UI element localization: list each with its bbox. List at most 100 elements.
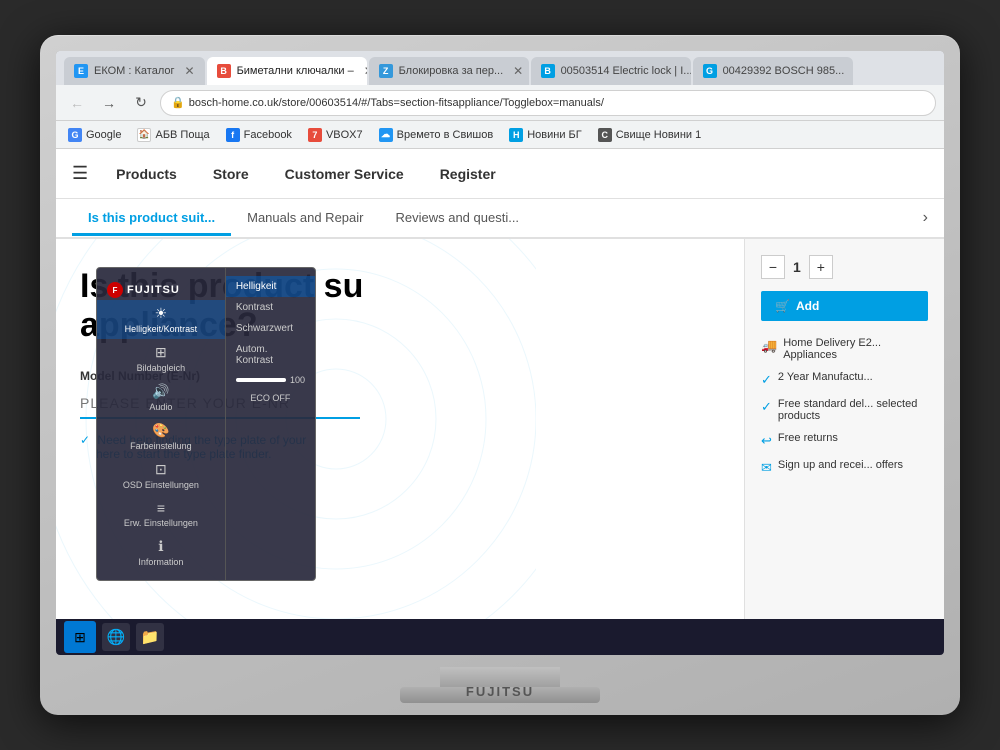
osd-right-helligkeit[interactable]: Helligkeit [226,276,315,297]
sidebar-feature-returns: ↩ Free returns [761,432,928,449]
tab-close-2[interactable]: ✕ [364,64,367,78]
osd-item-label-4: OSD Einstellungen [123,480,199,490]
tab-arrow-right[interactable]: › [923,209,928,227]
browser-tab-2[interactable]: B Биметални ключалки – ✕ [207,57,367,85]
site-tab-nav: Is this product suit... Manuals and Repa… [56,199,944,239]
quantity-decrease-button[interactable]: − [761,255,785,279]
tab-label-5: 00429392 BOSCH 985... [723,65,845,77]
osd-item-helligkeit[interactable]: ☀ Helligkeit/Kontrast [97,300,225,339]
warranty-icon: ✓ [761,372,772,388]
bookmark-svische-favicon: С [598,128,612,142]
bookmarks-bar: G Google 🏠 АБВ Поща f Facebook 7 VBOX7 [56,121,944,149]
quantity-value: 1 [793,259,801,275]
forward-button[interactable]: → [96,90,122,116]
website: ☰ Products Store Customer Service Regist… [56,149,944,619]
browser-tab-3[interactable]: Z Блокировка за пер... ✕ [369,57,529,85]
tab-label-2: Биметални ключалки – [237,65,354,77]
tab-close-3[interactable]: ✕ [513,64,523,78]
osd-item-info[interactable]: ℹ Information [97,533,225,572]
quantity-increase-button[interactable]: + [809,255,833,279]
content-right: − 1 + 🛒 Add 🚚 Home Delivery E2... Applia… [744,239,944,619]
osd-item-label-2: Audio [149,402,172,412]
monitor-brand-label: FUJITSU [466,684,534,699]
check-icon: ✓ [80,433,90,447]
bookmark-weather[interactable]: ☁ Времето в Свишов [375,126,498,144]
osd-slider-value: 100 [290,375,305,385]
browser-chrome: E ЕКОМ : Каталог ✕ B Биметални ключалки … [56,51,944,149]
bookmark-svische-label: Свище Новини 1 [616,129,701,141]
quantity-control: − 1 + [761,255,928,279]
screen: E ЕКОМ : Каталог ✕ B Биметални ключалки … [56,51,944,655]
add-to-cart-button[interactable]: 🛒 Add [761,291,928,321]
bookmark-google-label: Google [86,129,121,141]
browser-tab-4[interactable]: B 00503514 Electric lock | I... ✕ [531,57,691,85]
osd-item-bildabgleich[interactable]: ⊞ Bildabgleich [97,339,225,378]
sidebar-returns-text: Free returns [778,432,838,444]
osd-item-label-3: Farbeinstellung [130,441,192,451]
back-button[interactable]: ← [64,90,90,116]
sidebar-warranty-text: 2 Year Manufactu... [778,371,873,383]
bookmark-fb[interactable]: f Facebook [222,126,296,144]
osd-overlay: F FUJITSU ☀ Helligkeit/Kontrast ⊞ Bildab… [96,267,316,581]
cart-icon: 🛒 [775,299,790,313]
osd-menu-right: Helligkeit Kontrast Schwarzwert Autom. K… [226,268,315,580]
tab-favicon-5: G [703,64,717,78]
taskbar-chrome-icon[interactable]: 🌐 [102,623,130,651]
sidebar-feature-signup: ✉ Sign up and recei... offers [761,459,928,476]
fujitsu-icon: F [107,282,123,298]
tab-favicon-4: B [541,64,555,78]
tab-favicon-2: B [217,64,231,78]
reload-button[interactable]: ↻ [128,90,154,116]
nav-register[interactable]: Register [432,162,504,186]
nav-customer-service[interactable]: Customer Service [277,162,412,186]
bookmark-vbox7-label: VBOX7 [326,129,363,141]
osd-slider-fill [236,378,286,382]
bookmark-fb-label: Facebook [244,129,292,141]
site-nav: ☰ Products Store Customer Service Regist… [56,149,944,199]
taskbar-folder-icon[interactable]: 📁 [136,623,164,651]
osd-eco-label[interactable]: ECO OFF [226,389,315,407]
bookmark-abv-favicon: 🏠 [137,128,151,142]
osd-farbe-icon: 🎨 [152,422,169,439]
sidebar-delivery-text: Home Delivery E2... Appliances [783,337,928,361]
osd-right-autom[interactable]: Autom. Kontrast [226,339,315,371]
sidebar-feature-warranty: ✓ 2 Year Manufactu... [761,371,928,388]
tab-bar: E ЕКОМ : Каталог ✕ B Биметални ключалки … [56,51,944,85]
bookmark-abv[interactable]: 🏠 АБВ Поща [133,126,213,144]
tab-label-1: ЕКОМ : Каталог [94,65,175,77]
bookmark-novini-favicon: Н [509,128,523,142]
site-tab-fits[interactable]: Is this product suit... [72,202,231,236]
folder-icon: 📁 [141,628,160,646]
lock-icon: 🔒 [171,96,185,109]
site-tab-manuals[interactable]: Manuals and Repair [231,202,379,236]
nav-products[interactable]: Products [108,162,185,186]
osd-item-farbe[interactable]: 🎨 Farbeinstellung [97,417,225,456]
osd-audio-icon: 🔊 [152,383,169,400]
osd-item-erw[interactable]: ≡ Erw. Einstellungen [97,495,225,533]
bookmark-google[interactable]: G Google [64,126,125,144]
osd-right-schwarz[interactable]: Schwarzwert [226,318,315,339]
address-bar[interactable]: 🔒 bosch-home.co.uk/store/00603514/#/Tabs… [160,90,936,116]
tab-label-4: 00503514 Electric lock | I... [561,65,691,77]
osd-item-audio[interactable]: 🔊 Audio [97,378,225,417]
osd-item-osd[interactable]: ⊡ OSD Einstellungen [97,456,225,495]
browser-tab-1[interactable]: E ЕКОМ : Каталог ✕ [64,57,205,85]
start-button[interactable]: ⊞ [64,621,96,653]
start-icon: ⊞ [74,629,86,646]
site-tab-reviews[interactable]: Reviews and questi... [379,202,535,236]
tab-close-1[interactable]: ✕ [185,64,195,78]
osd-brightness-slider[interactable] [236,378,286,382]
osd-right-kontrast[interactable]: Kontrast [226,297,315,318]
osd-osd-icon: ⊡ [155,461,167,478]
nav-store[interactable]: Store [205,162,257,186]
sidebar-feature-delivery: 🚚 Home Delivery E2... Appliances [761,337,928,361]
tab-label-3: Блокировка за пер... [399,65,504,77]
bookmark-svische[interactable]: С Свище Новини 1 [594,126,705,144]
bookmark-google-favicon: G [68,128,82,142]
bookmark-novini[interactable]: Н Новини БГ [505,126,586,144]
hamburger-icon[interactable]: ☰ [72,163,88,184]
bookmark-vbox7[interactable]: 7 VBOX7 [304,126,367,144]
browser-tab-5[interactable]: G 00429392 BOSCH 985... ✕ [693,57,853,85]
osd-fujitsu-logo: F FUJITSU [97,276,225,300]
bookmark-fb-favicon: f [226,128,240,142]
